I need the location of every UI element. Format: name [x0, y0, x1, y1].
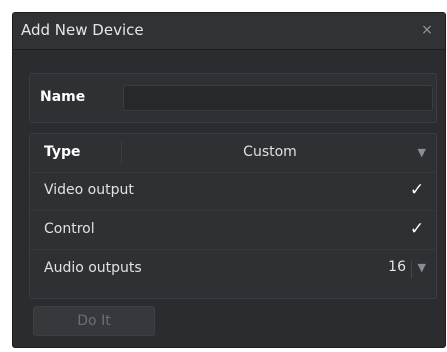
audio-outputs-row: Audio outputs 16 ▼ [30, 250, 436, 288]
video-output-checkbox[interactable]: ✓ [406, 179, 428, 201]
chevron-down-icon: ▼ [417, 146, 426, 159]
control-label: Control [44, 221, 95, 237]
type-value: Custom [243, 144, 297, 160]
video-output-row: Video output ✓ [30, 172, 436, 211]
video-output-label: Video output [44, 182, 134, 198]
divider [411, 260, 412, 278]
add-device-dialog: Add New Device × Name Type Custom ▼ Vide… [12, 12, 446, 348]
name-label: Name [40, 89, 86, 105]
dialog-titlebar: Add New Device × [13, 13, 445, 50]
device-options-panel: Type Custom ▼ Video output ✓ Control ✓ A… [29, 133, 437, 299]
control-row: Control ✓ [30, 211, 436, 250]
name-panel: Name [29, 73, 437, 123]
audio-outputs-dropdown[interactable]: 16 ▼ [370, 257, 430, 281]
divider [121, 142, 122, 164]
name-input[interactable] [123, 85, 433, 111]
dialog-title: Add New Device [21, 21, 144, 39]
do-it-button[interactable]: Do It [33, 306, 155, 336]
audio-outputs-value: 16 [388, 259, 406, 275]
audio-outputs-label: Audio outputs [44, 260, 142, 276]
type-label: Type [44, 144, 81, 160]
chevron-down-icon: ▼ [417, 261, 426, 274]
control-checkbox[interactable]: ✓ [406, 218, 428, 240]
type-dropdown[interactable]: Custom ▼ [130, 138, 430, 168]
type-row: Type Custom ▼ [30, 134, 436, 173]
close-icon[interactable]: × [417, 19, 437, 41]
